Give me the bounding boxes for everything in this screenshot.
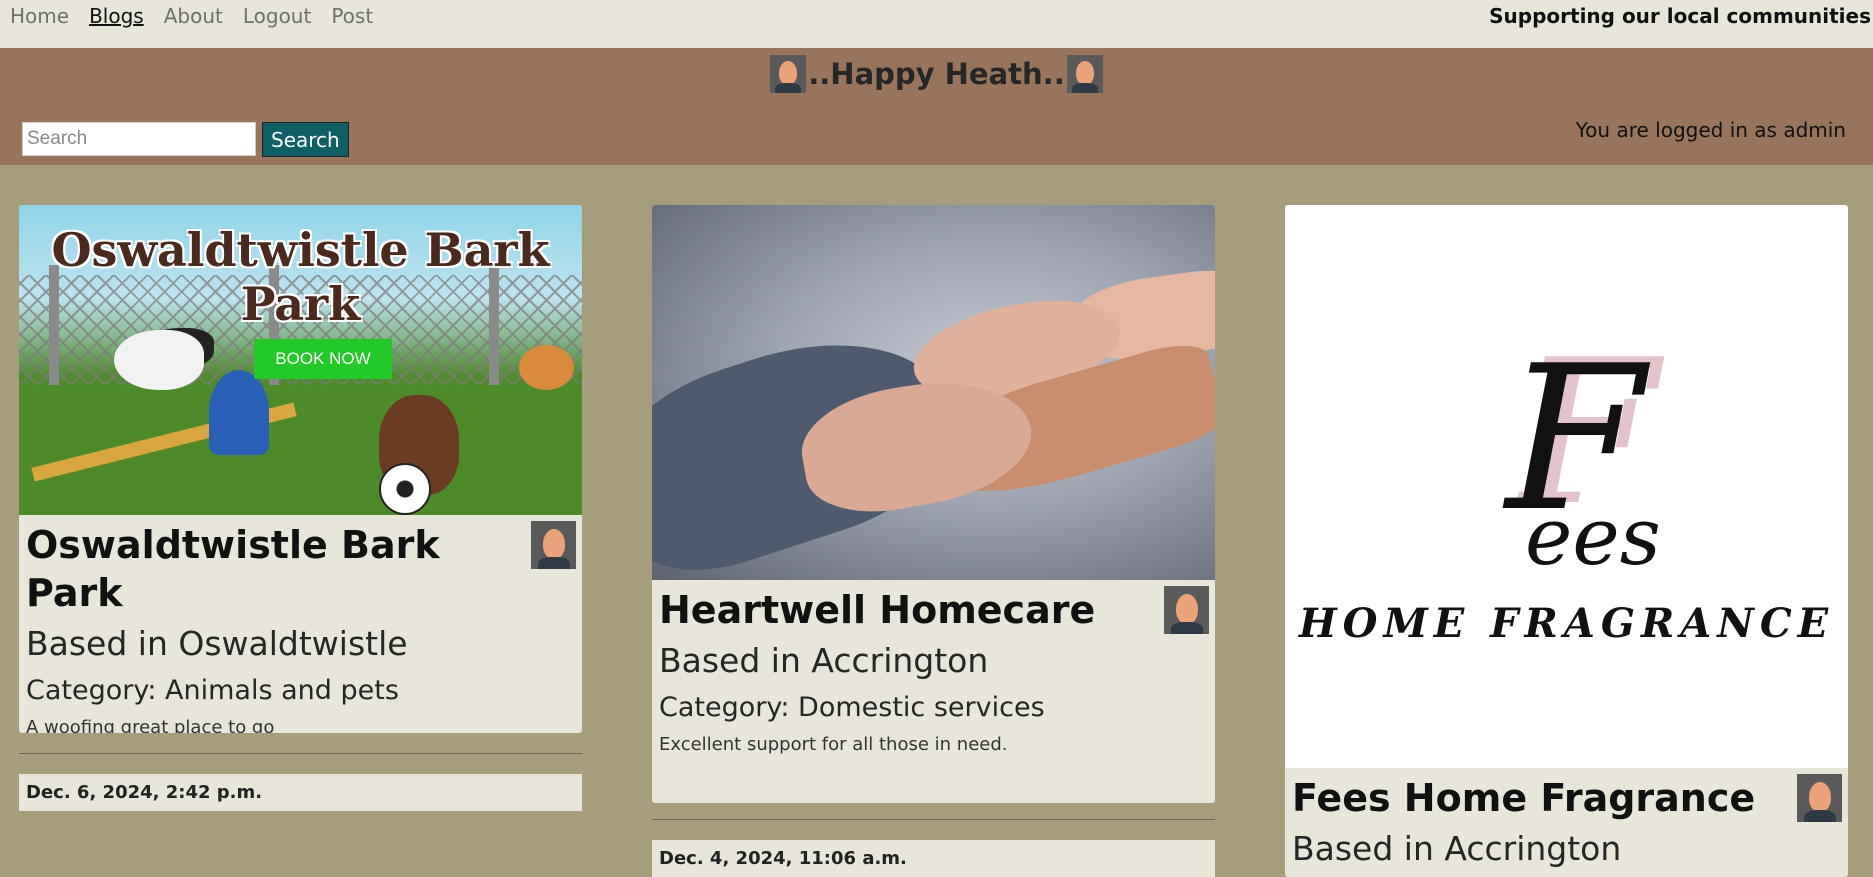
avatar-icon	[531, 521, 576, 569]
dog-graphic	[114, 330, 204, 390]
site-title-text: ..Happy Heath..	[808, 57, 1065, 91]
nav-blogs-link[interactable]: Blogs	[89, 3, 144, 29]
hydrant-graphic	[209, 370, 269, 455]
nav-post-link[interactable]: Post	[331, 3, 373, 29]
post-card[interactable]: Oswaldtwistle Bark Park BOOK NOW Oswaldt…	[19, 205, 582, 733]
search-input[interactable]	[22, 122, 256, 156]
nav-logout-link[interactable]: Logout	[243, 3, 311, 29]
login-status: You are logged in as admin	[1575, 118, 1846, 142]
post-location: Based in Oswaldtwistle	[26, 624, 408, 663]
avatar-icon	[1164, 586, 1209, 634]
avatar-icon	[1797, 774, 1842, 822]
post-body: Oswaldtwistle Bark Park Based in Oswaldt…	[19, 515, 582, 733]
avatar-icon	[1066, 55, 1103, 93]
post-location: Based in Accrington	[659, 641, 989, 680]
site-tagline: Supporting our local communities	[1489, 4, 1871, 28]
avatar-icon	[770, 55, 807, 93]
post-image[interactable]: F ees HOME FRAGRANCE	[1285, 205, 1848, 768]
soccer-ball-graphic	[379, 463, 431, 515]
divider	[652, 819, 1215, 820]
post-category: Category: Animals and pets	[26, 675, 399, 706]
post-date: Dec. 6, 2024, 2:42 p.m.	[19, 774, 582, 811]
post-title[interactable]: Heartwell Homecare	[659, 586, 1139, 634]
search-button[interactable]: Search	[262, 122, 349, 157]
post-date: Dec. 4, 2024, 11:06 a.m.	[652, 840, 1215, 877]
post-category: Category: Domestic services	[659, 692, 1045, 723]
divider	[19, 753, 582, 754]
post-description: A woofing great place to go	[26, 717, 275, 733]
nav-about-link[interactable]: About	[164, 3, 223, 29]
nav-home-link[interactable]: Home	[10, 3, 69, 29]
top-navbar: Home Blogs About Logout Post Supporting …	[0, 0, 1873, 48]
search-form: Search	[22, 122, 349, 157]
post-location: Based in Accrington	[1292, 829, 1622, 868]
post-description: Excellent support for all those in need.	[659, 734, 1008, 755]
post-title[interactable]: Fees Home Fragrance	[1292, 774, 1772, 822]
nav-links: Home Blogs About Logout Post	[10, 3, 373, 29]
post-card[interactable]: Heartwell Homecare Based in Accrington C…	[652, 205, 1215, 803]
post-card[interactable]: F ees HOME FRAGRANCE Fees Home Fragrance…	[1285, 205, 1848, 877]
post-image[interactable]	[652, 205, 1215, 580]
post-body: Fees Home Fragrance Based in Accrington	[1285, 768, 1848, 870]
post-title[interactable]: Oswaldtwistle Bark Park	[26, 521, 506, 617]
logo-word: ees	[1525, 490, 1661, 583]
image-heading: Oswaldtwistle Bark Park	[51, 223, 550, 331]
logo-subtitle: HOME FRAGRANCE	[1298, 600, 1835, 647]
dog-graphic	[519, 345, 574, 390]
site-title: ..Happy Heath..	[0, 55, 1873, 93]
site-header: ..Happy Heath.. Search You are logged in…	[0, 48, 1873, 165]
book-now-badge: BOOK NOW	[254, 339, 392, 379]
post-body: Heartwell Homecare Based in Accrington C…	[652, 580, 1215, 803]
post-image[interactable]: Oswaldtwistle Bark Park BOOK NOW	[19, 205, 582, 515]
